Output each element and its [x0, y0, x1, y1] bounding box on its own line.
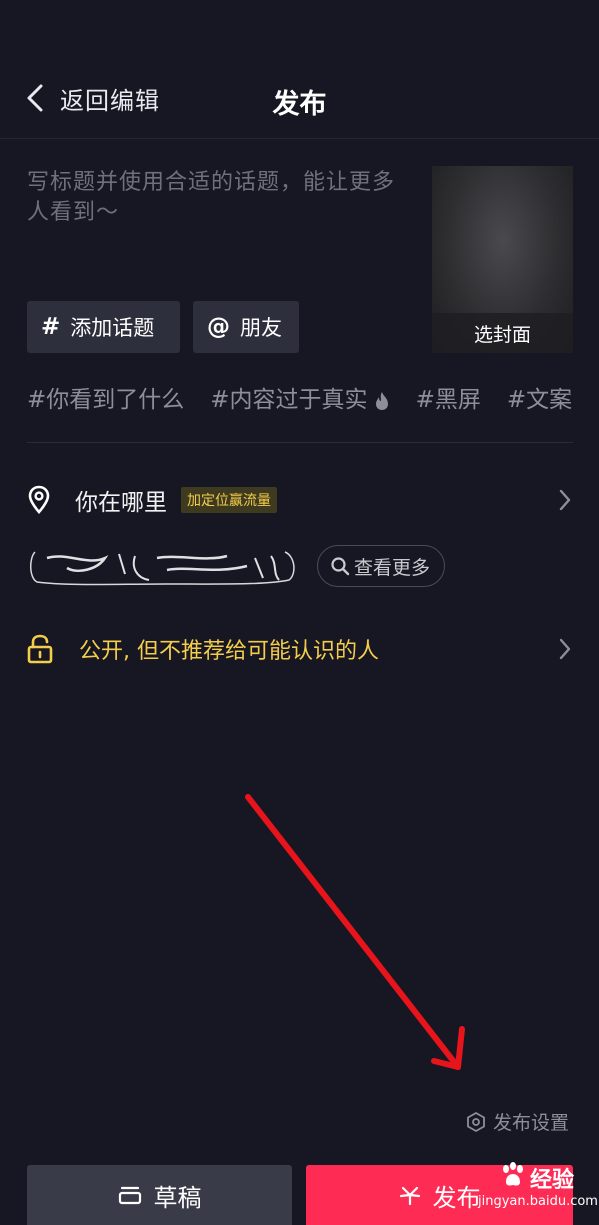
watermark-brand: 经验 — [530, 1168, 575, 1193]
location-label: 你在哪里 — [75, 490, 167, 516]
header-divider — [0, 138, 599, 139]
location-pin-icon — [28, 485, 50, 514]
save-draft-button[interactable]: 草稿 — [27, 1165, 292, 1225]
publish-settings-label: 发布设置 — [493, 1112, 570, 1134]
search-icon — [331, 557, 350, 576]
topic-chip[interactable]: #你看到了什么 — [27, 380, 184, 414]
see-more-label: 查看更多 — [354, 556, 431, 579]
hash-icon: # — [41, 314, 61, 340]
location-row[interactable]: 你在哪里 加定位赢流量 — [27, 478, 573, 522]
cover-picker[interactable]: 选封面 — [432, 166, 573, 353]
cover-label: 选封面 — [432, 313, 573, 353]
section-divider — [27, 442, 573, 443]
suggested-topics: #你看到了什么 #内容过于真实 #黑屏 #文案 — [27, 380, 599, 420]
watermark-url: jingyan.baidu.com — [478, 1194, 598, 1209]
sparkle-icon — [399, 1186, 420, 1206]
chevron-right-icon — [559, 489, 571, 511]
mention-friend-button[interactable]: @ 朋友 — [193, 301, 299, 353]
red-arrow-annotation — [245, 794, 465, 1070]
paw-logo-icon — [503, 1162, 523, 1186]
location-suggestions: 查看更多 — [27, 544, 446, 588]
hexagon-settings-icon — [467, 1111, 485, 1132]
privacy-row[interactable]: 公开, 但不推荐给可能认识的人 — [27, 627, 573, 671]
baidu-jingyan-watermark: 经验 jingyan.baidu.com — [472, 1160, 598, 1220]
add-topic-button[interactable]: # 添加话题 — [27, 301, 180, 353]
draft-box-icon — [118, 1186, 141, 1205]
chevron-right-icon — [559, 638, 571, 660]
caption-input[interactable]: 写标题并使用合适的话题，能让更多人看到～ — [27, 168, 412, 228]
publish-settings-link[interactable]: 发布设置 — [466, 1108, 569, 1135]
topic-chip[interactable]: #黑屏 — [416, 380, 481, 414]
privacy-label: 公开, 但不推荐给可能认识的人 — [79, 639, 379, 664]
unlock-icon — [27, 634, 53, 664]
topic-chip[interactable]: #内容过于真实 — [210, 380, 389, 414]
mention-friend-label: 朋友 — [240, 316, 282, 340]
publish-page: 返回编辑 发布 写标题并使用合适的话题，能让更多人看到～ 选封面 # 添加话题 … — [0, 0, 599, 1225]
topic-chip[interactable]: #文案 — [507, 380, 572, 414]
page-title: 发布 — [272, 89, 327, 120]
draft-label: 草稿 — [153, 1183, 202, 1212]
at-icon: @ — [207, 314, 230, 340]
redacted-location-chips — [30, 551, 295, 586]
location-badge: 加定位赢流量 — [181, 487, 277, 513]
add-topic-label: 添加话题 — [70, 316, 155, 340]
fire-icon — [375, 391, 388, 410]
top-bar: 返回编辑 发布 — [0, 60, 599, 136]
see-more-locations-button[interactable]: 查看更多 — [317, 545, 446, 587]
